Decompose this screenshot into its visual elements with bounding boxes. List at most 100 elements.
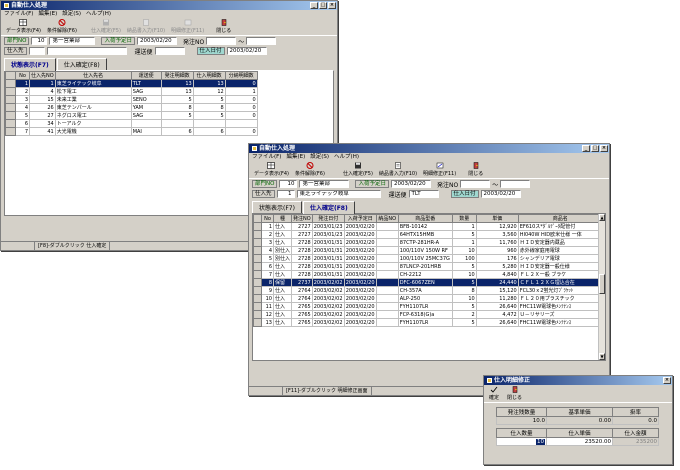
dept-name-input[interactable]: 第一営業部 <box>299 180 350 188</box>
row-header[interactable] <box>253 294 262 303</box>
purchase-confirm-button[interactable]: 仕入確定(F5) <box>89 19 123 34</box>
row-header[interactable] <box>253 270 262 279</box>
table-row[interactable]: 4 26 東芝テンパール YAM 8 8 0 <box>5 103 258 112</box>
col-product-name[interactable]: 商品名 <box>517 214 603 223</box>
supplier-no-input[interactable] <box>28 47 45 55</box>
row-header[interactable] <box>253 318 262 327</box>
order-no-from-input[interactable] <box>460 180 491 188</box>
row-header[interactable] <box>253 302 262 311</box>
arrival-date-input[interactable]: 2003/02/20 <box>136 37 177 45</box>
purchase-price-input[interactable]: 23520.00 <box>546 437 613 446</box>
menu-settings[interactable]: 設定(S) <box>310 153 329 161</box>
detail-edit-button[interactable]: 明細修正(F11) <box>169 19 206 34</box>
row-header[interactable] <box>253 254 262 263</box>
scroll-up-arrow[interactable]: ▲ <box>599 214 605 221</box>
minimize-button[interactable]: _ <box>582 145 590 152</box>
transport-input[interactable] <box>154 47 185 55</box>
col-no[interactable]: No <box>261 214 274 223</box>
clear-condition-button[interactable]: 条件解除(F6) <box>293 162 327 177</box>
close-button[interactable]: × <box>663 377 671 384</box>
table-row[interactable]: 9 仕入 2764 2003/02/02 2003/02/20 CH-357A 8 15,12… <box>253 286 603 295</box>
col-supplier-no[interactable]: 仕入先NO <box>29 71 56 80</box>
col-order-date[interactable]: 発注日付 <box>311 214 345 223</box>
col-quantity[interactable]: 数量 <box>451 214 477 223</box>
close-window-button[interactable]: 閉じる <box>466 162 485 177</box>
row-header[interactable] <box>253 262 262 271</box>
dept-name-input[interactable]: 第一営業部 <box>49 37 96 45</box>
col-arrival-date[interactable]: 入荷予定日 <box>343 214 377 223</box>
data-display-button[interactable]: データ表示(F4) <box>4 19 43 34</box>
close-button[interactable]: × <box>600 145 608 152</box>
row-header[interactable] <box>5 87 16 96</box>
vertical-scrollbar[interactable]: ▲ ▼ <box>598 214 605 360</box>
row-header[interactable] <box>253 278 262 287</box>
col-delivery-no[interactable]: 納品NO <box>375 214 399 223</box>
purchase-date-input[interactable]: 2003/02/20 <box>480 190 521 198</box>
transport-input[interactable]: TLT <box>408 190 439 198</box>
row-header[interactable] <box>5 127 16 136</box>
table-row[interactable]: 3 15 未来工業 SENO 5 5 0 <box>5 95 258 104</box>
dialog-close-button[interactable]: 閉じる <box>505 386 524 401</box>
table-row[interactable]: 7 仕入 2728 2003/01/31 2003/02/20 CH-2212 10 4,84… <box>253 270 603 279</box>
menu-help[interactable]: ヘルプ(H) <box>86 10 111 18</box>
table-row[interactable]: 11 仕入 2765 2003/02/02 2003/02/20 FYH1107LR 5 26… <box>253 302 603 311</box>
table-row[interactable]: 1 仕入 2727 2003/01/23 2003/02/20 BFB-10142 1 12,… <box>253 222 603 231</box>
row-header[interactable] <box>253 222 262 231</box>
dialog-titlebar[interactable]: 仕入明細修正 × <box>484 376 672 385</box>
scroll-thumb[interactable] <box>599 274 605 294</box>
menu-help[interactable]: ヘルプ(H) <box>334 153 359 161</box>
table-row[interactable]: 3 仕入 2728 2003/01/31 2003/02/20 87CTP-281HR-A… <box>253 238 603 247</box>
minimize-button[interactable]: _ <box>310 2 318 9</box>
scroll-down-arrow[interactable]: ▼ <box>599 353 605 360</box>
arrival-date-input[interactable]: 2003/02/20 <box>390 180 431 188</box>
col-order-no[interactable]: 発注NO <box>291 214 313 223</box>
window1-titlebar[interactable]: 自動仕入処理 _ □ × <box>1 1 337 10</box>
menu-file[interactable]: ファイル(F) <box>4 10 33 18</box>
table-row[interactable]: 2 4 松下電工 SAG 13 12 1 <box>5 87 258 96</box>
table-row[interactable]: 1 1 東芝ライテック岐阜 TLT 13 13 0 <box>5 79 258 88</box>
supplier-name-input[interactable] <box>46 47 127 55</box>
table-row[interactable]: 10 仕入 2764 2003/02/02 2003/02/20 ALP-250 10 11,… <box>253 294 603 303</box>
window2-titlebar[interactable]: 自動仕入処理 _ □ × <box>249 144 609 153</box>
row-header[interactable] <box>5 79 16 88</box>
supplier-name-input[interactable]: 東芝ライテック岐阜 <box>296 190 381 198</box>
col-transport[interactable]: 運送便 <box>130 71 162 80</box>
row-header[interactable] <box>5 119 16 128</box>
detail-edit-button[interactable]: 明細修正(F11) <box>421 162 458 177</box>
col-supplier-name[interactable]: 仕入先名 <box>54 71 132 80</box>
purchase-confirm-button[interactable]: 仕入確定(F5) <box>341 162 375 177</box>
col-split-lines[interactable]: 分納明細数 <box>224 71 258 80</box>
row-header[interactable] <box>5 103 16 112</box>
maximize-button[interactable]: □ <box>319 2 327 9</box>
col-purchase-lines[interactable]: 仕入明細数 <box>192 71 226 80</box>
data-display-button[interactable]: データ表示(F4) <box>252 162 291 177</box>
order-no-from-input[interactable] <box>206 37 237 45</box>
col-unit-price[interactable]: 単価 <box>475 214 519 223</box>
close-button[interactable]: × <box>328 2 336 9</box>
row-header[interactable] <box>253 286 262 295</box>
row-header[interactable] <box>253 238 262 247</box>
row-header[interactable] <box>5 95 16 104</box>
menu-file[interactable]: ファイル(F) <box>252 153 281 161</box>
delivery-input-button[interactable]: 納品書入力(F10) <box>377 162 419 177</box>
clear-condition-button[interactable]: 条件解除(F6) <box>45 19 79 34</box>
table-row[interactable]: 6 34 トーアルク <box>5 119 258 128</box>
menu-edit[interactable]: 編集(E) <box>286 153 305 161</box>
table-row[interactable]: 8 保留 2737 2003/02/02 2003/02/20 DFC-6067ZEN 5 2… <box>253 278 603 287</box>
delivery-input-button[interactable]: 納品書入力(F10) <box>125 19 167 34</box>
table-row[interactable]: 5 27 ネグロス電工 SAG 5 5 0 <box>5 111 258 120</box>
table-row[interactable]: 2 仕入 2727 2003/01/23 2003/02/20 64HTX15HMB 5 3,… <box>253 230 603 239</box>
table-row[interactable]: 12 仕入 2765 2003/02/02 2003/02/20 FCP-6318(G)a… <box>253 310 603 319</box>
confirm-button[interactable]: 確定 <box>487 386 501 401</box>
table-row[interactable]: 5 別仕入 2728 2003/01/31 2003/02/20 100/110V 25M… <box>253 254 603 263</box>
dept-no-input[interactable]: 10 <box>31 37 48 45</box>
col-order-lines[interactable]: 発注明細数 <box>160 71 194 80</box>
supplier-no-input[interactable]: 1 <box>276 190 295 198</box>
tab-confirm[interactable]: 仕入確定(F8) <box>302 201 355 214</box>
col-kind[interactable]: 種 <box>272 214 293 223</box>
menu-edit[interactable]: 編集(E) <box>38 10 57 18</box>
dept-no-input[interactable]: 10 <box>279 180 298 188</box>
row-header[interactable] <box>253 246 262 255</box>
col-no[interactable]: No <box>15 71 30 80</box>
row-header[interactable] <box>5 111 16 120</box>
